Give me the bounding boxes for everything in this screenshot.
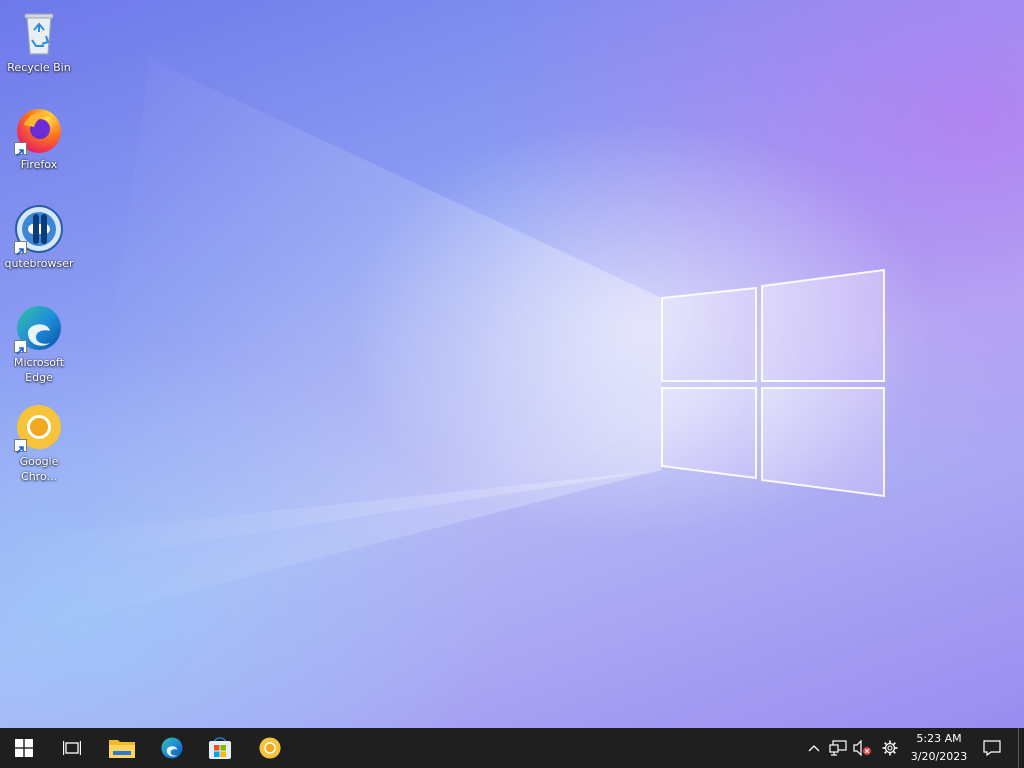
taskbar: 5:23 AM 3/20/2023 bbox=[0, 728, 1024, 768]
shortcut-arrow-icon bbox=[14, 340, 27, 355]
desktop-icon-label: Firefox bbox=[20, 158, 58, 171]
windows-start-icon bbox=[15, 739, 33, 757]
start-button[interactable] bbox=[0, 728, 48, 768]
show-desktop-button[interactable] bbox=[1018, 728, 1019, 768]
shortcut-arrow-icon bbox=[14, 439, 27, 454]
taskbar-edge[interactable] bbox=[148, 728, 196, 768]
desktop-icon-microsoft-edge[interactable]: Microsoft Edge bbox=[0, 303, 78, 385]
desktop-icon-label: Google Chro... bbox=[19, 455, 59, 483]
desktop-icon-label: qutebrowser bbox=[4, 257, 74, 270]
taskbar-file-explorer[interactable] bbox=[98, 728, 146, 768]
clock-time: 5:23 AM bbox=[916, 732, 962, 745]
desktop-icon-qutebrowser[interactable]: qutebrowser bbox=[0, 204, 78, 271]
desktop-icon-firefox[interactable]: Firefox bbox=[0, 105, 78, 172]
taskbar-clock[interactable]: 5:23 AM 3/20/2023 bbox=[904, 730, 974, 766]
volume-button[interactable] bbox=[850, 728, 874, 768]
edge-icon bbox=[161, 737, 183, 759]
network-icon bbox=[829, 740, 847, 756]
windows-logo-glass bbox=[661, 268, 885, 498]
settings-button[interactable] bbox=[878, 728, 902, 768]
microsoft-store-icon bbox=[209, 737, 231, 759]
volume-muted-icon bbox=[853, 740, 871, 756]
desktop-icon-recycle-bin[interactable]: Recycle Bin bbox=[0, 8, 78, 75]
desktop-background: Recycle Bin Firefox qutebrowser Microsof… bbox=[0, 0, 1024, 728]
task-view-icon bbox=[63, 741, 81, 755]
settings-gear-icon bbox=[882, 740, 898, 756]
taskbar-microsoft-store[interactable] bbox=[196, 728, 244, 768]
desktop-icon-label: Recycle Bin bbox=[7, 61, 71, 74]
recycle-bin-icon bbox=[24, 13, 54, 55]
file-explorer-icon bbox=[109, 740, 135, 758]
shortcut-arrow-icon bbox=[14, 142, 27, 157]
clock-date: 3/20/2023 bbox=[910, 750, 968, 763]
show-hidden-icons-chevron-icon bbox=[808, 745, 820, 752]
chrome-icon bbox=[259, 737, 281, 759]
taskbar-chrome[interactable] bbox=[246, 728, 294, 768]
desktop-icon-google-chrome[interactable]: Google Chro... bbox=[0, 402, 78, 484]
action-center-icon bbox=[983, 740, 1001, 756]
network-button[interactable] bbox=[826, 728, 850, 768]
show-hidden-icons-button[interactable] bbox=[802, 728, 826, 768]
task-view-button[interactable] bbox=[48, 728, 96, 768]
shortcut-arrow-icon bbox=[14, 241, 27, 256]
desktop-icon-label: Microsoft Edge bbox=[13, 356, 65, 384]
action-center-button[interactable] bbox=[980, 728, 1004, 768]
